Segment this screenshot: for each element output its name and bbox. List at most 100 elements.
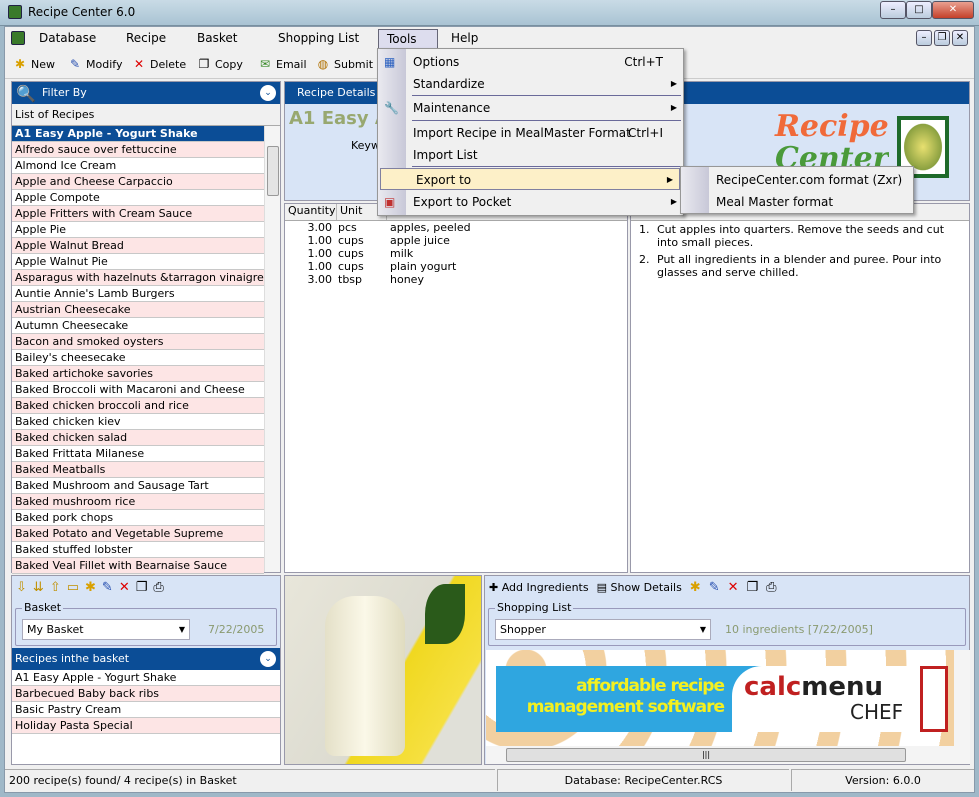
ad-banner[interactable]: affordable recipe management software cal… — [496, 666, 948, 732]
ad-hscrollbar[interactable]: ||| — [486, 746, 970, 764]
basket-item[interactable]: Barbecued Baby back ribs — [12, 686, 280, 702]
edit-basket-icon[interactable]: ✎ — [102, 580, 113, 595]
remove-from-basket-icon[interactable]: ⇧ — [50, 580, 61, 595]
recipe-list-item[interactable]: A1 Easy Apple - Yogurt Shake — [12, 126, 264, 142]
ad-vscrollbar[interactable] — [954, 650, 970, 746]
ingredient-row[interactable]: 1.00 cups apple juice — [285, 234, 627, 247]
mdi-restore[interactable]: ❐ — [934, 30, 950, 46]
export-basket-icon[interactable]: ❐ — [136, 580, 148, 595]
menu-shopping-list[interactable]: Shopping List — [278, 31, 359, 45]
add-all-icon[interactable]: ⇊ — [33, 580, 44, 595]
export-mealmaster-format[interactable]: Meal Master format — [681, 191, 913, 213]
recipe-list-item[interactable]: Baked Meatballs — [12, 462, 264, 478]
ingredient-row[interactable]: 1.00 cups plain yogurt — [285, 260, 627, 273]
menu-help[interactable]: Help — [451, 31, 478, 45]
ingredient-row[interactable]: 3.00 tbsp honey — [285, 273, 627, 286]
export-list-icon[interactable]: ❐ — [747, 580, 759, 595]
recipe-list-item[interactable]: Autumn Cheesecake — [12, 318, 264, 334]
recipe-list-item[interactable]: Baked chicken salad — [12, 430, 264, 446]
submit-label: Submit — [334, 57, 374, 71]
empty-basket-icon[interactable]: ▭ — [67, 580, 79, 595]
basket-select[interactable]: My Basket ▼ — [22, 619, 190, 640]
mdi-close[interactable]: ✕ — [952, 30, 968, 46]
menu-item-export-to[interactable]: Export to ▶ — [380, 168, 680, 190]
menu-item-import-recipe-in-mealmaster-format[interactable]: Import Recipe in MealMaster Format Ctrl+I — [378, 122, 683, 144]
delete-basket-icon[interactable]: ✕ — [119, 580, 130, 595]
chevron-down-icon: ▼ — [178, 625, 185, 634]
recipe-list-item[interactable]: Baked chicken kiev — [12, 414, 264, 430]
add-ingredients-button[interactable]: ✚ Add Ingredients — [489, 581, 589, 594]
recipe-list-item[interactable]: Baked Mushroom and Sausage Tart — [12, 478, 264, 494]
ad-brand-calc: calc — [744, 672, 802, 702]
recipe-list-item[interactable]: Apple Compote — [12, 190, 264, 206]
copy-button[interactable]: ❐ Copy — [197, 57, 243, 71]
recipe-list-item[interactable]: Apple Walnut Bread — [12, 238, 264, 254]
recipe-list-item[interactable]: Baked Potato and Vegetable Supreme — [12, 526, 264, 542]
menu-item-export-to-pocket[interactable]: Export to Pocket ▶ ▣ — [378, 191, 683, 213]
edit-list-icon[interactable]: ✎ — [709, 580, 720, 595]
recipe-list-item[interactable]: Alfredo sauce over fettuccine — [12, 142, 264, 158]
recipe-list-item[interactable]: Baked Frittata Milanese — [12, 446, 264, 462]
shopping-select[interactable]: Shopper ▼ — [495, 619, 711, 640]
recipe-list-item[interactable]: Almond Ice Cream — [12, 158, 264, 174]
recipe-list-item[interactable]: Baked chicken broccoli and rice — [12, 398, 264, 414]
export-recipecenter-format[interactable]: RecipeCenter.com format (Zxr) — [681, 169, 913, 191]
recipe-list-item[interactable]: Apple Walnut Pie — [12, 254, 264, 270]
basket-panel: ⇩ ⇊ ⇧ ▭ ✱ ✎ ✕ ❐ ⎙ Basket My Basket ▼ 7/22… — [11, 575, 281, 765]
menu-item-maintenance[interactable]: Maintenance ▶ 🔧 — [378, 97, 683, 119]
menu-item-standardize[interactable]: Standardize ▶ — [378, 73, 683, 95]
menu-recipe[interactable]: Recipe — [126, 31, 166, 45]
ingredient-row[interactable]: 3.00 pcs apples, peeled — [285, 221, 627, 234]
recipe-list-item[interactable]: Apple Pie — [12, 222, 264, 238]
shopping-toolbar: ✚ Add Ingredients ▤ Show Details ✱ ✎ ✕ ❐… — [489, 580, 777, 595]
recipe-list-item[interactable]: Baked pork chops — [12, 510, 264, 526]
basket-item[interactable]: A1 Easy Apple - Yogurt Shake — [12, 670, 280, 686]
menu-item-options[interactable]: Options Ctrl+T ▦ — [378, 51, 683, 73]
close-button[interactable]: ✕ — [932, 1, 974, 19]
recipe-list-item[interactable]: Auntie Annie's Lamb Burgers — [12, 286, 264, 302]
print-basket-icon[interactable]: ⎙ — [153, 580, 163, 595]
recipe-list-item[interactable]: Bailey's cheesecake — [12, 350, 264, 366]
basket-item[interactable]: Holiday Pasta Special — [12, 718, 280, 734]
submit-button[interactable]: ◍ Submit — [316, 57, 373, 71]
recipe-list-scrollbar[interactable] — [264, 126, 280, 572]
recipe-list-item[interactable]: Asparagus with hazelnuts &tarragon vinai… — [12, 270, 264, 286]
print-list-icon[interactable]: ⎙ — [766, 580, 776, 595]
menu-database[interactable]: Database — [39, 31, 96, 45]
add-to-basket-icon[interactable]: ⇩ — [16, 580, 27, 595]
recipe-list-item[interactable]: Baked artichoke savories — [12, 366, 264, 382]
new-basket-icon[interactable]: ✱ — [85, 580, 96, 595]
new-list-icon[interactable]: ✱ — [690, 580, 701, 595]
modify-button[interactable]: ✎ Modify — [68, 57, 122, 71]
recipe-list-item[interactable]: Baked Veal Fillet with Bearnaise Sauce — [12, 558, 264, 574]
ingredient-row[interactable]: 1.00 cups milk — [285, 247, 627, 260]
recipe-list[interactable]: A1 Easy Apple - Yogurt Shake Alfredo sauc… — [12, 126, 264, 574]
delete-list-icon[interactable]: ✕ — [728, 580, 739, 595]
menu-item-import-list[interactable]: Import List — [378, 144, 683, 166]
collapse-icon[interactable]: ⌄ — [260, 651, 276, 667]
recipe-list-item[interactable]: Apple Fritters with Cream Sauce — [12, 206, 264, 222]
collapse-icon[interactable]: ⌄ — [260, 85, 276, 101]
menu-basket[interactable]: Basket — [197, 31, 237, 45]
delete-button[interactable]: ✕ Delete — [132, 57, 186, 71]
minimize-button[interactable]: – — [880, 1, 906, 19]
recipe-list-item[interactable]: Baked Broccoli with Macaroni and Cheese — [12, 382, 264, 398]
email-button[interactable]: ✉ Email — [258, 57, 307, 71]
chevron-down-icon: ▼ — [699, 625, 706, 634]
recipe-list-item[interactable]: Baked stuffed lobster — [12, 542, 264, 558]
mdi-minimize[interactable]: – — [916, 30, 932, 46]
basket-list[interactable]: A1 Easy Apple - Yogurt Shake Barbecued Ba… — [12, 670, 280, 764]
recipe-list-item[interactable]: Bacon and smoked oysters — [12, 334, 264, 350]
new-button[interactable]: ✱ New — [13, 57, 55, 71]
recipe-list-item[interactable]: Austrian Cheesecake — [12, 302, 264, 318]
filter-header[interactable]: 🔍 Filter By ⌄ — [12, 82, 280, 104]
show-details-button[interactable]: ▤ Show Details — [597, 581, 682, 594]
scroll-thumb[interactable] — [267, 146, 279, 196]
col-quantity[interactable]: Quantity — [285, 204, 337, 220]
menu-tools[interactable]: Tools — [378, 29, 438, 49]
recipe-list-item[interactable]: Baked mushroom rice — [12, 494, 264, 510]
hscroll-thumb[interactable]: ||| — [506, 748, 906, 762]
maximize-button[interactable]: □ — [906, 1, 932, 19]
basket-item[interactable]: Basic Pastry Cream — [12, 702, 280, 718]
recipe-list-item[interactable]: Apple and Cheese Carpaccio — [12, 174, 264, 190]
